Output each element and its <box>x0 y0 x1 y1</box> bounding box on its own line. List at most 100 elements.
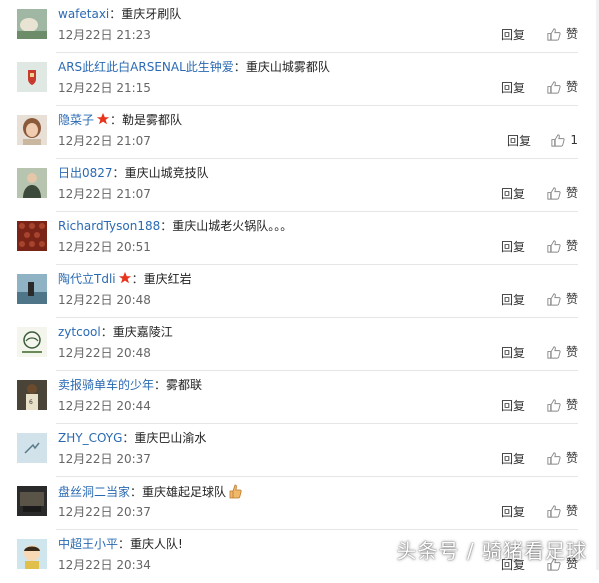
comment-text: 重庆巴山渝水 <box>134 431 207 445</box>
comment-text: 雾都联 <box>166 378 203 392</box>
like-button[interactable]: 赞 <box>546 503 578 519</box>
like-button[interactable]: 赞 <box>546 79 578 95</box>
colon: ： <box>110 113 123 127</box>
watermark: 头条号 / 骑猪看足球 <box>396 539 587 563</box>
like-label: 赞 <box>565 80 578 94</box>
thumbs-up-icon <box>547 292 561 306</box>
timestamp: 12月22日 20:37 <box>58 505 151 519</box>
comment-item: 6 卖报骑单车的少年：雾都联 12月22日 20:44 回复 赞 <box>0 371 599 424</box>
reply-button[interactable]: 回复 <box>501 504 525 520</box>
username-link[interactable]: 隐菜子 <box>58 113 94 127</box>
comment-item: zytcool：重庆嘉陵江 12月22日 20:48 回复 赞 <box>0 318 599 371</box>
comment-text: 重庆山城竞技队 <box>124 166 209 180</box>
comment-item: 陶代立Tdli ：重庆红岩 12月22日 20:48 回复 赞 <box>0 265 599 318</box>
like-label: 赞 <box>565 398 578 412</box>
comment-item: wafetaxi：重庆牙刷队 12月22日 21:23 回复 赞 <box>0 0 599 53</box>
timestamp: 12月22日 20:48 <box>58 293 151 307</box>
colon: ： <box>233 60 246 74</box>
avatar[interactable]: 6 <box>17 380 47 410</box>
reply-button[interactable]: 回复 <box>501 345 525 361</box>
thumbs-up-emoji-icon <box>229 484 242 499</box>
timestamp: 12月22日 21:15 <box>58 81 151 95</box>
colon: ： <box>160 219 173 233</box>
comment-text: 重庆山城老火锅队。。。 <box>172 219 293 233</box>
avatar[interactable] <box>17 327 47 357</box>
username-link[interactable]: 卖报骑单车的少年 <box>58 378 154 392</box>
avatar[interactable] <box>17 539 47 569</box>
like-button[interactable]: 1 <box>550 132 578 148</box>
thumbs-up-icon <box>547 239 561 253</box>
thumbs-up-icon <box>551 133 565 147</box>
timestamp: 12月22日 20:34 <box>58 558 151 572</box>
colon: ： <box>100 325 113 339</box>
username-link[interactable]: ARS此红此白ARSENAL此生钟爱 <box>58 60 234 74</box>
username-link[interactable]: 中超王小平 <box>58 537 118 551</box>
comment-text: 重庆雄起足球队 <box>142 485 227 499</box>
like-button[interactable]: 赞 <box>546 397 578 413</box>
reply-button[interactable]: 回复 <box>501 292 525 308</box>
username-link[interactable]: ZHY_COYG <box>58 431 122 445</box>
username-link[interactable]: 盘丝洞二当家 <box>58 485 130 499</box>
thumbs-up-icon <box>547 186 561 200</box>
like-count: 1 <box>570 133 578 147</box>
colon: ： <box>130 485 143 499</box>
reply-button[interactable]: 回复 <box>507 133 531 149</box>
thumbs-up-icon <box>547 504 561 518</box>
star-badge-icon <box>118 271 131 284</box>
timestamp: 12月22日 20:44 <box>58 399 151 413</box>
comment-text: 重庆山城雾都队 <box>245 60 330 74</box>
like-label: 赞 <box>565 27 578 41</box>
comment-text: 重庆人队! <box>130 537 183 551</box>
avatar[interactable] <box>17 62 47 92</box>
colon: ： <box>112 166 125 180</box>
timestamp: 12月22日 21:07 <box>58 187 151 201</box>
like-button[interactable]: 赞 <box>546 26 578 42</box>
avatar[interactable] <box>17 274 47 304</box>
avatar[interactable] <box>17 168 47 198</box>
avatar[interactable] <box>17 9 47 39</box>
thumbs-up-icon <box>547 398 561 412</box>
username-link[interactable]: RichardTyson188 <box>58 219 160 233</box>
thumbs-up-icon <box>547 27 561 41</box>
reply-button[interactable]: 回复 <box>501 398 525 414</box>
avatar[interactable] <box>17 486 47 516</box>
svg-text:6: 6 <box>29 399 33 406</box>
reply-button[interactable]: 回复 <box>501 80 525 96</box>
colon: ： <box>109 7 122 21</box>
like-label: 赞 <box>565 451 578 465</box>
like-button[interactable]: 赞 <box>546 450 578 466</box>
comment-item: 日出0827：重庆山城竞技队 12月22日 21:07 回复 赞 <box>0 159 599 212</box>
colon: ： <box>122 431 135 445</box>
comment-item: 盘丝洞二当家：重庆雄起足球队 12月22日 20:37 回复 赞 <box>0 477 599 530</box>
timestamp: 12月22日 20:37 <box>58 452 151 466</box>
like-button[interactable]: 赞 <box>546 185 578 201</box>
like-label: 赞 <box>565 292 578 306</box>
avatar[interactable] <box>17 221 47 251</box>
comment-text: 重庆牙刷队 <box>121 7 182 21</box>
reply-button[interactable]: 回复 <box>501 27 525 43</box>
reply-button[interactable]: 回复 <box>501 186 525 202</box>
avatar[interactable] <box>17 115 47 145</box>
like-label: 赞 <box>565 345 578 359</box>
thumbs-up-icon <box>547 80 561 94</box>
colon: ： <box>131 272 144 286</box>
like-label: 赞 <box>565 239 578 253</box>
username-link[interactable]: wafetaxi <box>58 7 109 21</box>
username-link[interactable]: 日出0827 <box>58 166 113 180</box>
timestamp: 12月22日 21:23 <box>58 28 151 42</box>
thumbs-up-icon <box>547 345 561 359</box>
timestamp: 12月22日 20:51 <box>58 240 151 254</box>
username-link[interactable]: 陶代立Tdli <box>58 272 116 286</box>
like-button[interactable]: 赞 <box>546 238 578 254</box>
comment-item: ZHY_COYG：重庆巴山渝水 12月22日 20:37 回复 赞 <box>0 424 599 477</box>
like-button[interactable]: 赞 <box>546 344 578 360</box>
username-link[interactable]: zytcool <box>58 325 101 339</box>
comment-text: 重庆嘉陵江 <box>112 325 173 339</box>
comment-item: ARS此红此白ARSENAL此生钟爱：重庆山城雾都队 12月22日 21:15 … <box>0 53 599 106</box>
reply-button[interactable]: 回复 <box>501 239 525 255</box>
comment-item: 隐菜子 ：勒是雾都队 12月22日 21:07 回复 1 <box>0 106 599 159</box>
avatar[interactable] <box>17 433 47 463</box>
like-button[interactable]: 赞 <box>546 291 578 307</box>
timestamp: 12月22日 21:07 <box>58 134 151 148</box>
reply-button[interactable]: 回复 <box>501 451 525 467</box>
